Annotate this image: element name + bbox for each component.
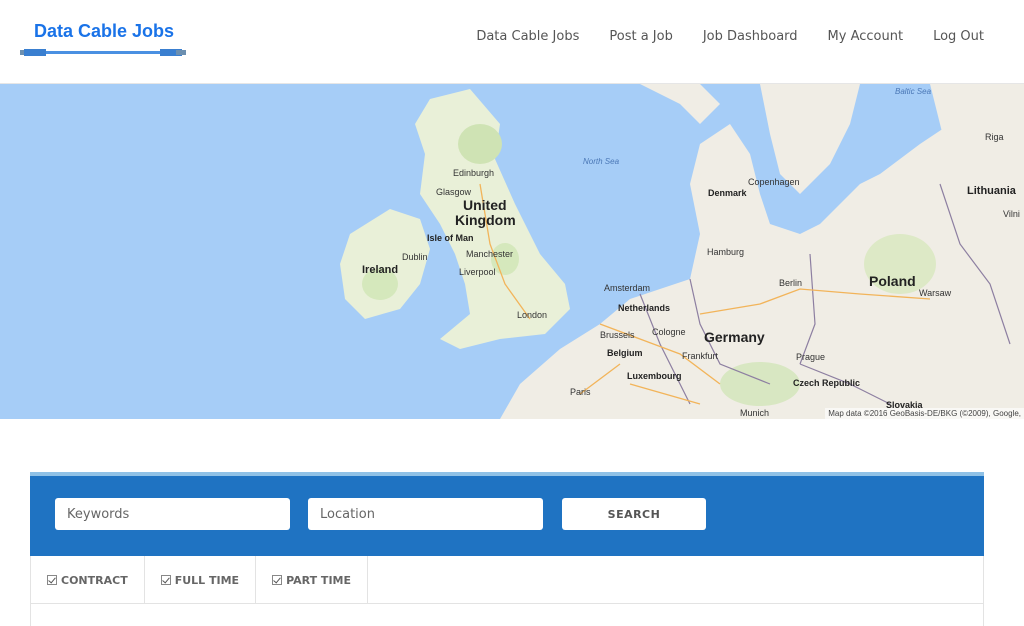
- map-label-brussels: Brussels: [600, 330, 635, 340]
- job-type-filters: CONTRACT FULL TIME PART TIME: [30, 556, 984, 604]
- scandinavia-shape: [640, 84, 720, 124]
- map-label-belgium: Belgium: [607, 348, 643, 358]
- keywords-input[interactable]: [55, 498, 290, 530]
- map-label-hamburg: Hamburg: [707, 247, 745, 257]
- filter-label: FULL TIME: [174, 573, 240, 587]
- nav-data-cable-jobs[interactable]: Data Cable Jobs: [476, 28, 579, 46]
- map-label-manchester: Manchester: [466, 249, 514, 259]
- filter-part-time[interactable]: PART TIME: [256, 556, 368, 604]
- map-label-denmark: Denmark: [708, 188, 747, 198]
- map-label-glasgow: Glasgow: [436, 187, 472, 197]
- map-label-london: London: [517, 310, 548, 320]
- map-label-baltic-sea: Baltic Sea: [895, 87, 932, 96]
- map-attribution: Map data ©2016 GeoBasis-DE/BKG (©2009), …: [825, 408, 1024, 419]
- map-label-cologne: Cologne: [652, 327, 686, 337]
- map-label-czech-republic: Czech Republic: [793, 378, 861, 388]
- map-label-riga: Riga: [985, 132, 1004, 142]
- nav-job-dashboard[interactable]: Job Dashboard: [703, 28, 798, 46]
- map-label-lithuania: Lithuania: [967, 185, 1016, 197]
- filter-label: PART TIME: [286, 573, 351, 587]
- checkbox-checked-icon[interactable]: [272, 575, 283, 585]
- map-label-prague: Prague: [796, 352, 826, 362]
- map-label-frankfurt: Frankfurt: [682, 351, 719, 361]
- map-label-netherlands: Netherlands: [618, 303, 671, 313]
- checkbox-checked-icon[interactable]: [47, 575, 57, 585]
- site-logo[interactable]: Data Cable Jobs: [20, 18, 186, 60]
- map-label-munich: Munich: [740, 408, 770, 418]
- job-search-panel: SEARCH: [30, 472, 984, 556]
- map-label-edinburgh: Edinburgh: [453, 168, 495, 178]
- logo-text: Data Cable Jobs: [34, 21, 175, 41]
- jobs-map[interactable]: Baltic Sea North Sea Riga Lithuania Viln…: [0, 84, 1024, 419]
- map-label-paris: Paris: [570, 387, 591, 397]
- filter-label: CONTRACT: [61, 573, 128, 587]
- nav-my-account[interactable]: My Account: [828, 28, 904, 46]
- map-label-liverpool: Liverpool: [459, 267, 496, 277]
- map-label-dublin: Dublin: [402, 252, 428, 262]
- site-header: Data Cable Jobs Data Cable Jobs Post a J…: [0, 0, 1024, 84]
- map-label-kingdom: Kingdom: [455, 212, 516, 228]
- map-label-copenhagen: Copenhagen: [748, 177, 800, 187]
- nav-post-a-job[interactable]: Post a Job: [609, 28, 672, 46]
- map-label-berlin: Berlin: [779, 278, 803, 288]
- filter-full-time[interactable]: FULL TIME: [145, 556, 257, 604]
- map-label-united: United: [463, 197, 507, 213]
- nav-log-out[interactable]: Log Out: [933, 28, 984, 46]
- checkbox-checked-icon[interactable]: [160, 575, 171, 585]
- map-label-isle-of-man: Isle of Man: [427, 233, 474, 243]
- job-results-area: [30, 604, 984, 626]
- map-label-amsterdam: Amsterdam: [604, 283, 651, 293]
- map-label-poland: Poland: [869, 273, 916, 289]
- map-label-luxembourg: Luxembourg: [627, 371, 682, 381]
- map-label-ireland: Ireland: [362, 264, 399, 276]
- filter-contract[interactable]: CONTRACT: [31, 556, 145, 604]
- map-label-north-sea: North Sea: [583, 157, 620, 166]
- map-label-germany: Germany: [704, 329, 765, 345]
- cable-icon: [20, 49, 186, 56]
- map-label-warsaw: Warsaw: [919, 288, 952, 298]
- location-input[interactable]: [308, 498, 543, 530]
- map-label-vilnius: Vilni: [1003, 209, 1020, 219]
- search-button[interactable]: SEARCH: [562, 498, 706, 530]
- main-nav: Data Cable Jobs Post a Job Job Dashboard…: [446, 28, 984, 46]
